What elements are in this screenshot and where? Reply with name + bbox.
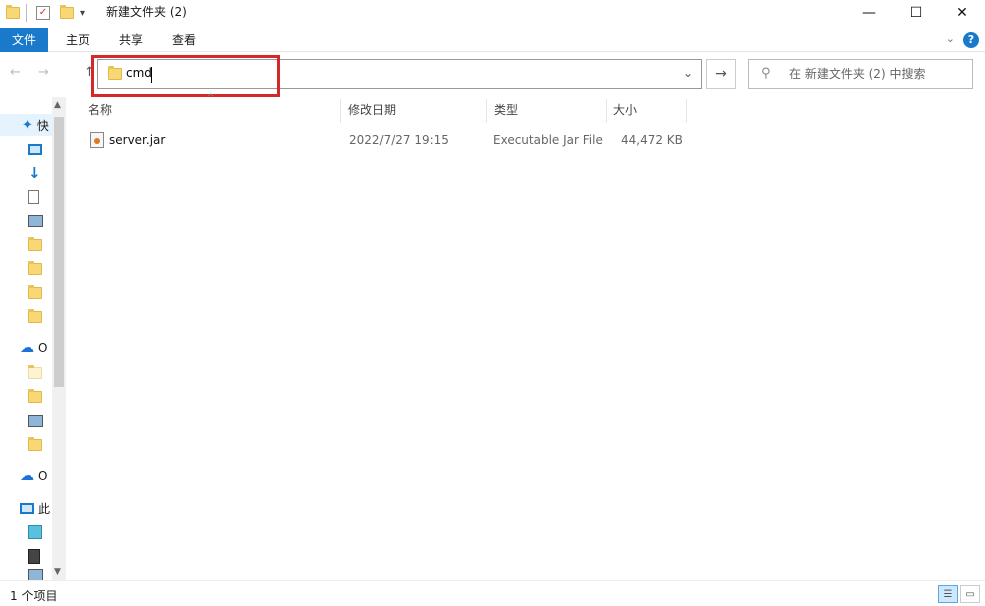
item-count: 1 个项目 xyxy=(10,589,58,603)
navigation-pane: ✦ 快 ↓ ☁ O ☁ O 此 ▲ ▼ xyxy=(0,97,66,580)
folder-icon xyxy=(28,365,42,379)
file-type: Executable Jar File xyxy=(493,133,603,147)
nav-this-pc-label: 此 xyxy=(38,501,51,516)
navigation-bar: ← → ↑ ⌄ → ⚲ xyxy=(0,53,985,95)
folder-icon xyxy=(28,389,42,403)
help-icon[interactable]: ? xyxy=(963,32,979,48)
picture-icon xyxy=(28,415,43,427)
desktop-icon xyxy=(28,143,42,155)
column-header-name[interactable]: 名称 xyxy=(88,99,112,121)
folder-icon xyxy=(28,285,42,299)
close-button[interactable]: ✕ xyxy=(939,0,985,26)
column-divider[interactable] xyxy=(486,99,487,123)
tab-file[interactable]: 文件 xyxy=(0,28,48,52)
file-name: server.jar xyxy=(109,133,166,147)
search-icon: ⚲ xyxy=(761,66,771,81)
collapse-ribbon-icon[interactable]: ⌄ xyxy=(946,32,955,45)
file-row[interactable]: server.jar 2022/7/27 19:15 Executable Ja… xyxy=(84,128,688,152)
back-icon[interactable]: ← xyxy=(10,65,21,80)
nav-onedrive-1-label: O xyxy=(38,341,48,355)
nav-onedrive-2-label: O xyxy=(38,469,48,483)
status-bar: 1 个项目 ☰ ▭ xyxy=(0,580,985,606)
title-bar: ✓ ▾ 新建文件夹 (2) — ☐ ✕ xyxy=(0,0,985,26)
scroll-down-icon[interactable]: ▼ xyxy=(54,567,61,577)
nav-scrollbar[interactable]: ▲ ▼ xyxy=(52,97,66,580)
folder-icon xyxy=(108,66,122,80)
search-input[interactable] xyxy=(789,67,969,81)
video-icon xyxy=(28,548,40,564)
up-icon[interactable]: ↑ xyxy=(84,65,95,80)
title-separator xyxy=(26,4,27,22)
tab-share[interactable]: 共享 xyxy=(111,28,151,52)
folder-icon xyxy=(28,437,42,451)
tab-home[interactable]: 主页 xyxy=(58,28,98,52)
search-box[interactable]: ⚲ xyxy=(748,59,973,89)
cloud-icon: ☁ xyxy=(20,468,34,484)
column-header-type[interactable]: 类型 xyxy=(494,99,518,121)
address-dropdown-icon[interactable]: ⌄ xyxy=(683,66,693,80)
address-input[interactable] xyxy=(126,66,626,80)
download-icon: ↓ xyxy=(28,164,41,182)
sort-indicator-icon: ^ xyxy=(207,93,215,103)
cube-icon xyxy=(28,525,42,539)
document-icon xyxy=(28,190,39,204)
tab-view[interactable]: 查看 xyxy=(164,28,204,52)
details-view-icon[interactable]: ☰ xyxy=(938,585,958,603)
column-divider[interactable] xyxy=(686,99,687,123)
folder-icon xyxy=(28,261,42,275)
column-divider[interactable] xyxy=(340,99,341,123)
text-caret xyxy=(151,67,152,83)
go-button[interactable]: → xyxy=(706,59,736,89)
new-folder-icon[interactable] xyxy=(60,4,74,22)
picture-icon xyxy=(28,569,43,580)
window-title: 新建文件夹 (2) xyxy=(106,5,187,19)
folder-icon xyxy=(28,237,42,251)
address-bar[interactable]: ⌄ xyxy=(97,59,702,89)
properties-icon[interactable]: ✓ xyxy=(36,4,50,22)
file-modified: 2022/7/27 19:15 xyxy=(349,133,449,147)
file-size: 44,472 KB xyxy=(621,133,683,147)
scroll-up-icon[interactable]: ▲ xyxy=(54,100,61,110)
folder-icon xyxy=(28,309,42,323)
window-folder-icon xyxy=(6,4,20,22)
large-icons-view-icon[interactable]: ▭ xyxy=(960,585,980,603)
picture-icon xyxy=(28,215,43,227)
customize-toolbar-dropdown-icon[interactable]: ▾ xyxy=(80,4,85,22)
jar-file-icon xyxy=(90,132,104,148)
nav-quick-access-label: 快 xyxy=(36,118,49,133)
cloud-icon: ☁ xyxy=(20,340,34,356)
scrollbar-thumb[interactable] xyxy=(54,117,64,387)
pin-icon: ✦ xyxy=(22,117,33,133)
minimize-button[interactable]: — xyxy=(846,0,892,26)
column-divider[interactable] xyxy=(606,99,607,123)
column-header-size[interactable]: 大小 xyxy=(613,99,637,121)
forward-icon[interactable]: → xyxy=(38,65,49,80)
column-header-modified[interactable]: 修改日期 xyxy=(348,99,396,121)
computer-icon xyxy=(20,502,34,514)
maximize-button[interactable]: ☐ xyxy=(893,0,939,26)
ribbon-tabs: 文件 主页 共享 查看 ⌄ ? xyxy=(0,28,985,52)
